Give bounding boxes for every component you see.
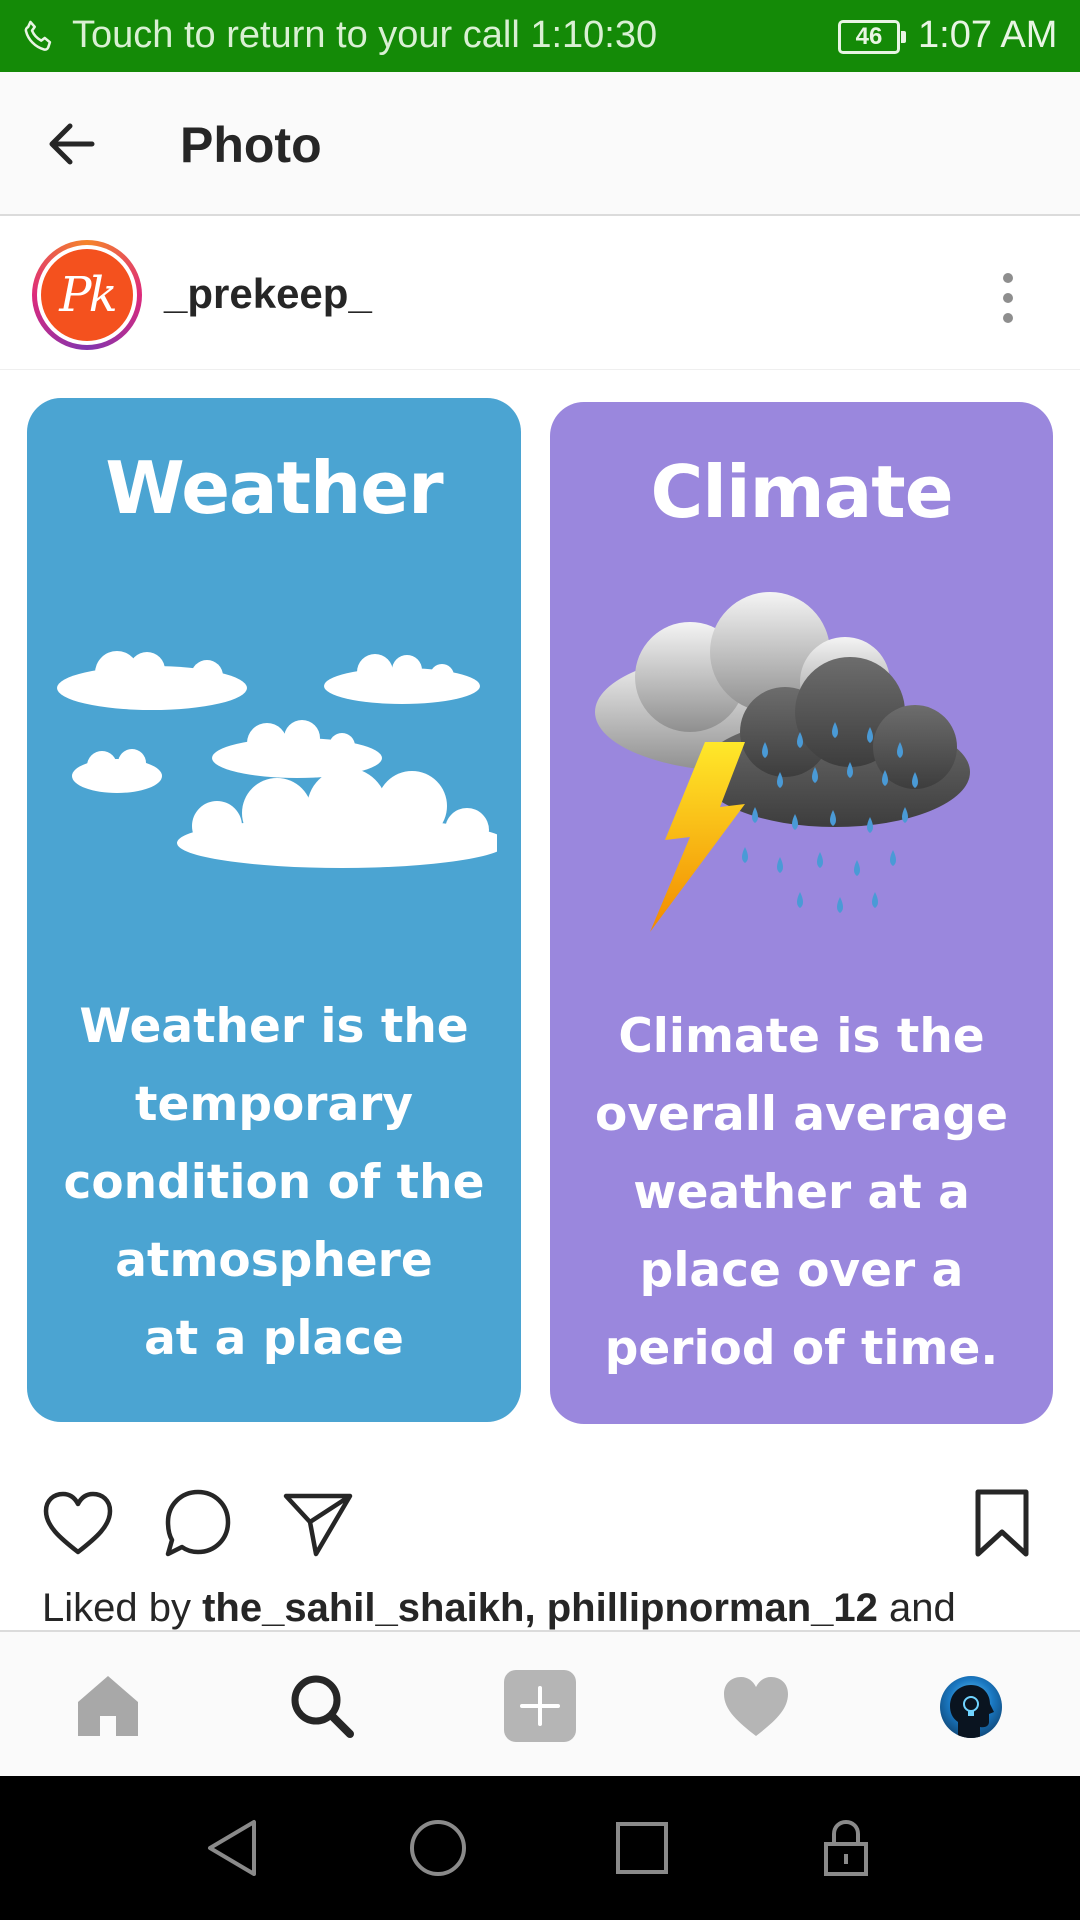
avatar-logo: Pk [41,249,133,341]
share-icon[interactable] [280,1486,356,1562]
lock-icon[interactable] [810,1812,882,1884]
weather-title: Weather [105,446,443,530]
climate-description: Climate is the overall average weather a… [595,1009,1008,1376]
battery-icon: 46 [838,20,906,54]
bookmark-icon[interactable] [964,1486,1040,1562]
liker-username[interactable]: the_sahil_shaikh [202,1586,524,1630]
more-vertical-icon[interactable] [990,268,1026,328]
heart-icon[interactable] [40,1486,116,1562]
search-icon[interactable] [284,1668,360,1744]
app-header: Photo [0,72,1080,216]
likes-suffix: and [877,1586,956,1630]
post-actions [0,1452,1080,1592]
home-circle-icon[interactable] [402,1812,474,1884]
system-nav-bar [0,1776,1080,1920]
weather-card: Weather Weather is the temporary conditi… [27,398,521,1422]
climate-card: Climate Climate is the overall average w… [550,402,1053,1424]
post-header: Pk _prekeep_ [0,218,1080,370]
post-image[interactable]: Weather Weather is the temporary conditi… [0,372,1080,1452]
likes-separator: , [524,1586,547,1630]
clouds-illustration [57,651,497,868]
status-bar[interactable]: Touch to return to your call 1:10:30 46 … [0,0,1080,72]
comment-icon[interactable] [160,1486,236,1562]
home-icon[interactable] [70,1668,146,1744]
likes-prefix: Liked by [42,1586,203,1630]
bottom-nav [0,1630,1080,1776]
add-post-icon[interactable] [502,1668,578,1744]
phone-icon [24,20,52,51]
arrow-left-icon[interactable] [40,112,104,176]
avatar-frame: Pk [37,245,137,345]
liker-username[interactable]: phillipnorman_12 [547,1586,878,1630]
likes-text: Liked by the_sahil_shaikh, phillipnorman… [42,1586,956,1631]
avatar[interactable]: Pk [32,240,142,350]
weather-description: Weather is the temporary condition of th… [63,999,485,1366]
username[interactable]: _prekeep_ [164,270,372,318]
activity-heart-icon[interactable] [718,1668,794,1744]
battery-level: 46 [855,23,883,50]
return-to-call-text[interactable]: Touch to return to your call 1:10:30 [72,14,657,57]
clock: 1:07 AM [918,14,1058,56]
climate-title: Climate [650,450,953,534]
recents-square-icon[interactable] [606,1812,678,1884]
head-silhouette-icon [950,1685,994,1738]
storm-cloud-illustration [595,592,970,932]
page-title: Photo [180,117,322,173]
back-triangle-icon[interactable] [198,1812,270,1884]
profile-avatar[interactable] [940,1676,1002,1738]
